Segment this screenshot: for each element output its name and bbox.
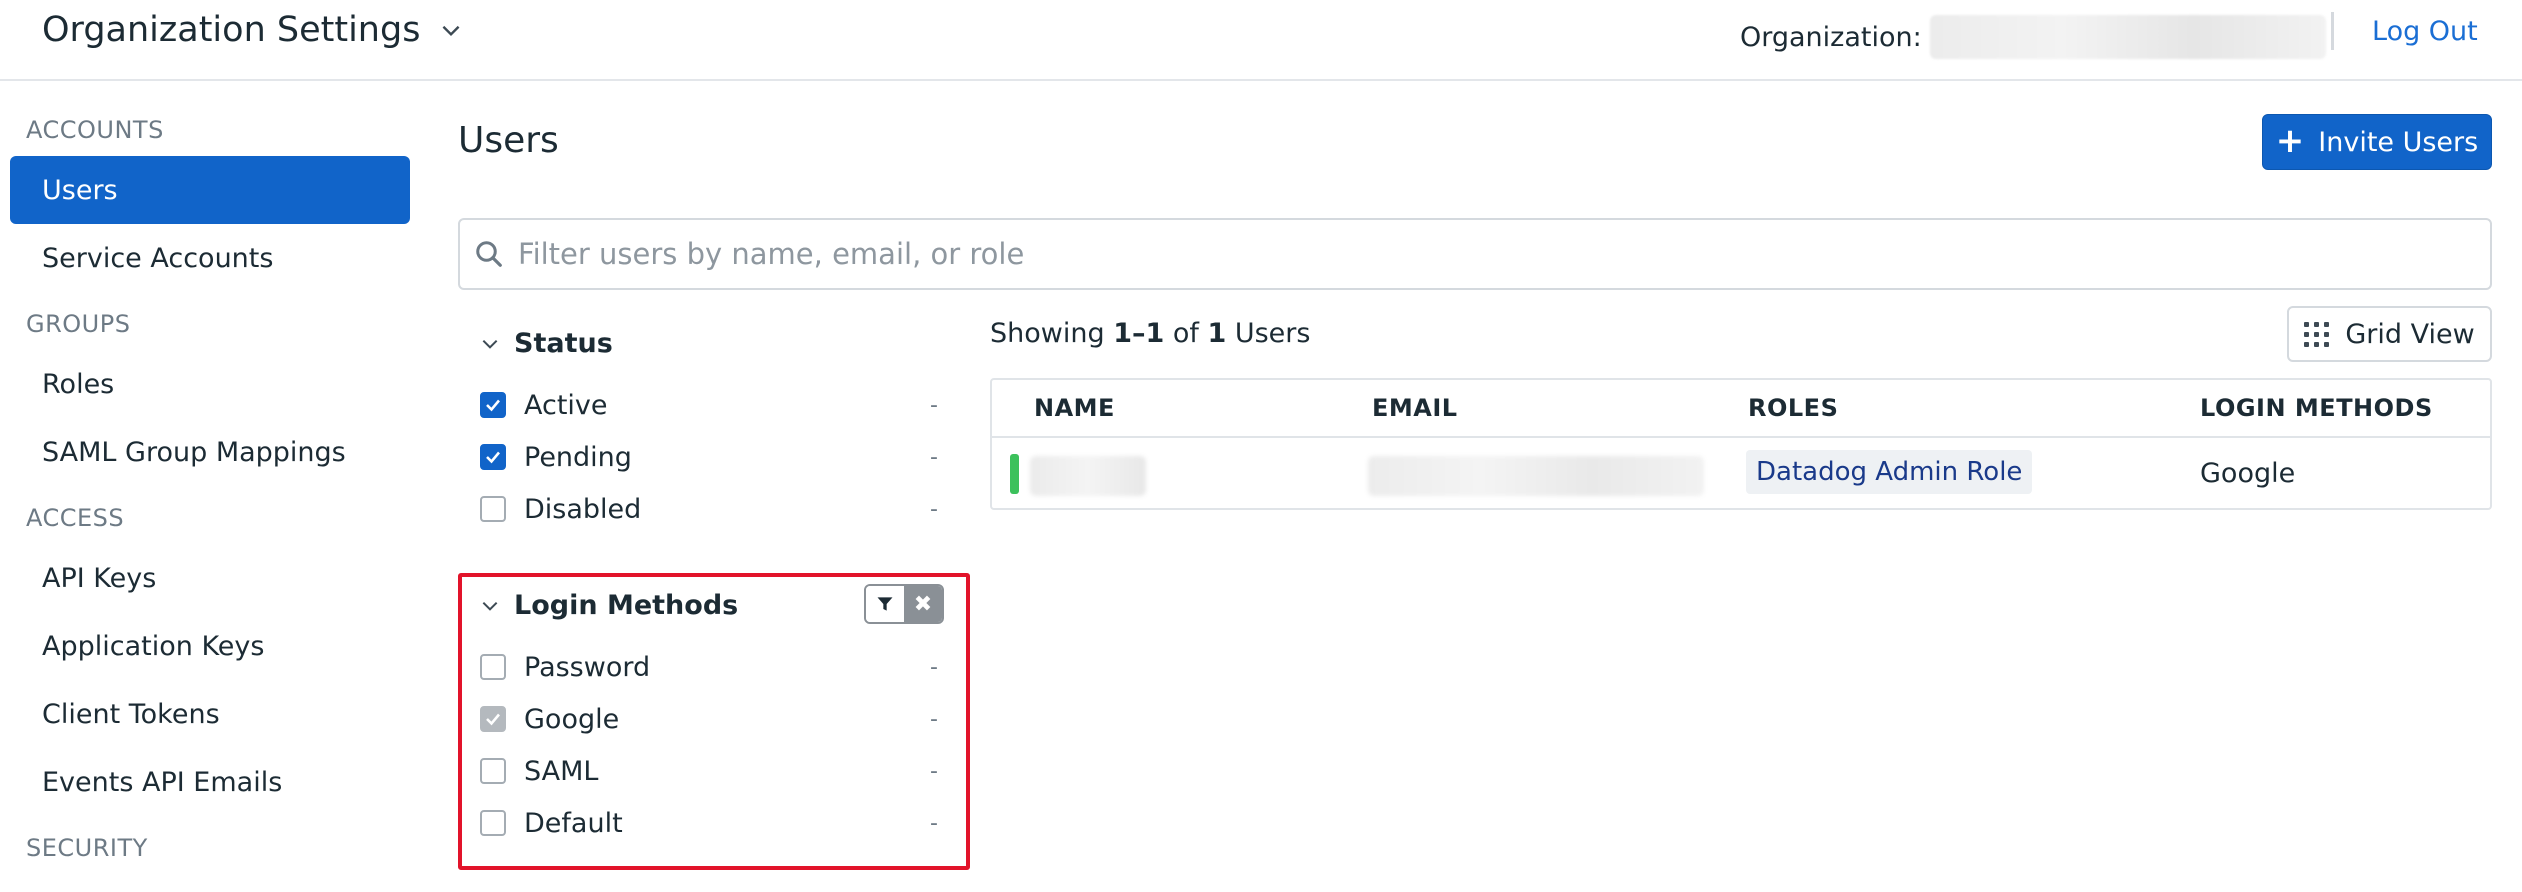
logout-link[interactable]: Log Out — [2372, 16, 2478, 47]
facet-option-label: Google — [524, 703, 620, 735]
sidebar-item-service-accounts[interactable]: Service Accounts — [10, 224, 410, 292]
status-indicator — [1010, 454, 1019, 494]
facet-option-label: Default — [524, 807, 623, 839]
column-header-roles[interactable]: ROLES — [1748, 394, 1838, 422]
facet-status-title: Status — [514, 328, 613, 359]
checkbox-unchecked[interactable] — [480, 810, 506, 836]
plus-icon: + — [2275, 120, 2305, 161]
sidebar-item-api-keys[interactable]: API Keys — [10, 544, 410, 612]
user-email-redacted — [1368, 456, 1704, 496]
sidebar-item-roles[interactable]: Roles — [10, 350, 410, 418]
search-icon — [476, 241, 502, 267]
sidebar-item-saml-group-mappings[interactable]: SAML Group Mappings — [10, 418, 410, 486]
sidebar-item-client-tokens[interactable]: Client Tokens — [10, 680, 410, 748]
invite-users-button[interactable]: + Invite Users — [2262, 114, 2492, 170]
showing-prefix: Showing — [990, 318, 1114, 349]
grid-view-label: Grid View — [2345, 318, 2475, 350]
facet-option-count: - — [930, 392, 938, 418]
sidebar-section-access: ACCESS — [26, 504, 125, 532]
facet-option-disabled[interactable]: Disabled - — [480, 489, 938, 529]
checkbox-unchecked[interactable] — [480, 496, 506, 522]
sidebar-section-security: SECURITY — [26, 834, 148, 862]
organization-display: Organization: — [1740, 15, 2326, 59]
user-name-redacted — [1030, 456, 1146, 496]
search-bar — [458, 218, 2492, 290]
top-header: Organization Settings Organization: Log … — [0, 0, 2522, 81]
column-header-email[interactable]: EMAIL — [1372, 394, 1458, 422]
facet-option-label: Pending — [524, 441, 632, 473]
facet-option-label: Disabled — [524, 493, 642, 525]
facet-option-active[interactable]: Active - — [480, 385, 938, 425]
sidebar-section-accounts: ACCOUNTS — [26, 116, 164, 144]
checkbox-checked[interactable] — [480, 444, 506, 470]
checkbox-unchecked[interactable] — [480, 654, 506, 680]
sidebar-item-application-keys[interactable]: Application Keys — [10, 612, 410, 680]
role-chip[interactable]: Datadog Admin Role — [1746, 450, 2033, 494]
checkbox-checked[interactable] — [480, 392, 506, 418]
checkbox-unchecked[interactable] — [480, 758, 506, 784]
invite-users-label: Invite Users — [2318, 126, 2479, 158]
facet-tools: ✖ — [864, 584, 944, 624]
login-method-value: Google — [2200, 458, 2296, 489]
facet-login-methods-header[interactable]: Login Methods — [480, 590, 738, 621]
results-count: Showing 1–1 of 1 Users — [990, 318, 1310, 349]
facet-option-google[interactable]: Google - — [480, 699, 938, 739]
facet-login-methods-title: Login Methods — [514, 590, 739, 621]
facet-option-password[interactable]: Password - — [480, 647, 938, 687]
page-title: Users — [458, 120, 559, 161]
facet-option-count: - — [930, 444, 938, 470]
column-header-name[interactable]: NAME — [1034, 394, 1115, 422]
sidebar: ACCOUNTS Users Service Accounts GROUPS R… — [0, 82, 420, 892]
showing-range: 1–1 — [1113, 318, 1165, 349]
header-divider — [2331, 12, 2334, 50]
grid-icon — [2304, 321, 2330, 347]
showing-total: 1 — [1207, 318, 1227, 349]
facet-status-header[interactable]: Status — [480, 328, 613, 359]
page-header-title: Organization Settings — [42, 10, 421, 50]
facet-option-count: - — [930, 654, 938, 680]
facet-option-count: - — [930, 706, 938, 732]
sidebar-section-groups: GROUPS — [26, 310, 131, 338]
facet-option-default[interactable]: Default - — [480, 803, 938, 843]
table-row[interactable]: Datadog Admin Role Google — [992, 438, 2490, 510]
facet-option-count: - — [930, 810, 938, 836]
chevron-down-icon — [443, 25, 460, 37]
sidebar-item-users[interactable]: Users — [10, 156, 410, 224]
chevron-down-icon — [482, 601, 498, 611]
filter-icon[interactable] — [866, 586, 904, 622]
checkbox-checked[interactable] — [480, 706, 506, 732]
chevron-down-icon — [482, 339, 498, 349]
facet-option-count: - — [930, 496, 938, 522]
facet-option-pending[interactable]: Pending - — [480, 437, 938, 477]
facet-option-label: Password — [524, 651, 651, 683]
sidebar-item-events-api-emails[interactable]: Events API Emails — [10, 748, 410, 816]
organization-label: Organization: — [1740, 21, 1922, 53]
showing-of: of — [1164, 318, 1208, 349]
facet-option-count: - — [930, 758, 938, 784]
facet-option-saml[interactable]: SAML - — [480, 751, 938, 791]
organization-name-redacted — [1929, 15, 2326, 59]
search-input[interactable] — [518, 237, 2418, 271]
facet-option-label: SAML — [524, 755, 599, 787]
clear-filter-icon[interactable]: ✖ — [904, 586, 942, 622]
org-settings-menu[interactable]: Organization Settings — [42, 10, 464, 50]
grid-view-button[interactable]: Grid View — [2287, 306, 2492, 362]
users-table: NAME EMAIL ROLES LOGIN METHODS Datadog A… — [990, 378, 2492, 510]
column-header-login-methods[interactable]: LOGIN METHODS — [2200, 394, 2433, 422]
facet-option-label: Active — [524, 389, 608, 421]
showing-suffix: Users — [1226, 318, 1311, 349]
